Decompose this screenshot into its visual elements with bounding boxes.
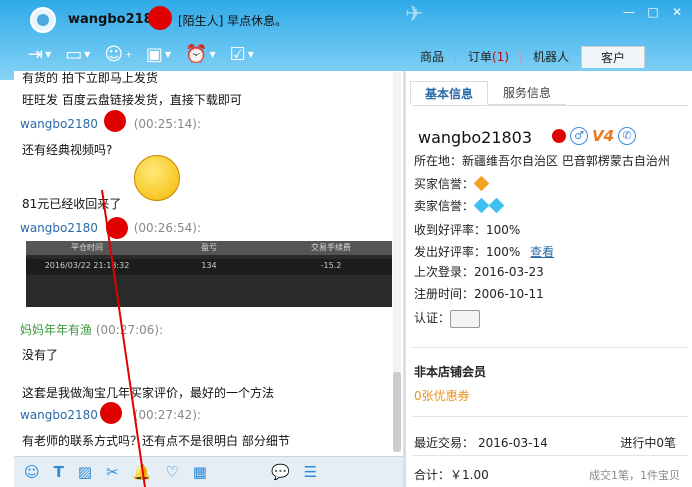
message-time: (00:25:14):: [133, 117, 202, 131]
divider: [412, 347, 688, 348]
user-badges: ♂ V4 ✆: [552, 127, 637, 145]
chat-bubble-icon[interactable]: 💬: [271, 463, 290, 481]
message-time: (00:27:42):: [133, 408, 202, 422]
font-icon[interactable]: T: [54, 463, 64, 481]
chat-history: 有货的 拍下立即马上发货 旺旺发 百度云盘链接发货，直接下载即可 wangbo2…: [14, 71, 403, 455]
tab-service-info[interactable]: 服务信息: [488, 81, 566, 105]
info-tabs: 基本信息 服务信息: [410, 81, 566, 105]
tab-customer[interactable]: 客户: [581, 46, 646, 68]
window-controls: — □ ✕: [620, 4, 686, 20]
chat-scrollbar[interactable]: [393, 72, 401, 452]
recent-trade: 最近交易： 2016-03-14: [414, 436, 548, 450]
location-row: 所在地：新疆维吾尔自治区 巴音郭楞蒙古自治州: [414, 154, 670, 168]
history-icon[interactable]: ☰: [304, 463, 317, 481]
tab-underline: [412, 105, 688, 106]
video-call-icon[interactable]: ▭ ▼: [65, 44, 90, 65]
contact-status: [陌生人] 早点休息。: [178, 14, 288, 28]
coupon-count[interactable]: 0张优惠券: [414, 387, 470, 404]
redaction-mark: [100, 402, 122, 424]
sender-name[interactable]: wangbo2180: [20, 221, 98, 235]
tab-robot[interactable]: 机器人: [521, 46, 581, 68]
diamond-icon: [488, 197, 505, 214]
diamond-icon: [473, 175, 490, 192]
received-rate-row: 收到好评率：100%: [414, 223, 521, 237]
chat-toolbar: ⇥ ▼ ▭ ▼ ☺ + ▣ ▼ ⏰ ▼ ☑ ▼: [28, 44, 254, 65]
tab-goods[interactable]: 商品: [408, 46, 457, 68]
customer-info-panel: 基本信息 服务信息 wangbo21803 ♂ V4 ✆ 所在地：新疆维吾尔自治…: [406, 71, 692, 487]
order-count-badge: (1): [492, 50, 510, 64]
paper-plane-icon: ✈: [405, 2, 424, 27]
trade-summary: 成交1笔，1件宝贝: [589, 469, 680, 482]
screenshot-header: 平仓时间 盈亏 交易手续费: [26, 241, 392, 255]
screenshot-row: 2016/03/22 21:18:32 134 -15.2: [26, 259, 392, 275]
gender-male-icon: ♂: [570, 127, 588, 145]
divider: [412, 455, 688, 456]
calculator-icon[interactable]: ▦: [193, 463, 207, 481]
message-header: 妈妈年年有渔 (00:27:06):: [20, 321, 163, 338]
total-amount: 合计：￥1.00: [414, 468, 489, 482]
certificate-icon: [450, 309, 481, 328]
vip-level: V4: [592, 127, 615, 145]
given-rate-row: 发出好评率：100% 查看: [414, 245, 555, 259]
close-button[interactable]: ✕: [668, 4, 686, 20]
send-file-icon[interactable]: ⇥ ▼: [28, 44, 51, 65]
share-screen-icon[interactable]: ▣ ▼: [146, 44, 171, 65]
message-text: 有货的 拍下立即马上发货: [22, 71, 158, 85]
member-status: 非本店铺会员: [414, 365, 487, 379]
register-row: 注册时间：2006-10-11: [414, 287, 544, 301]
diamond-icon: [473, 197, 490, 214]
sender-name[interactable]: 妈妈年年有渔: [20, 323, 92, 337]
title-bar: wangbo2180 [陌生人] 早点休息。 ✈ — □ ✕ ⇥ ▼ ▭ ▼ ☺ + …: [0, 0, 692, 80]
in-progress-count: 进行中0笔: [620, 436, 676, 450]
heart-icon[interactable]: ♡: [165, 463, 178, 481]
message-text: 没有了: [22, 348, 59, 362]
message-text: 有老师的联系方式吗？还有点不是很明白 部分细节: [22, 434, 290, 448]
message-text: 旺旺发 百度云盘链接发货，直接下载即可: [22, 93, 242, 107]
avatar[interactable]: [30, 7, 56, 33]
seller-credit-row: 卖家信誉：: [414, 197, 505, 214]
covering-mouth-emoji: [134, 155, 180, 201]
input-toolbar: ☺ T ▨ ✂ 🔔 ♡ ▦ 💬 ☰: [14, 456, 404, 487]
scrollbar-thumb[interactable]: [393, 372, 401, 452]
message-text: 这套是我做淘宝几年买家评价，最好的一个方法: [22, 386, 275, 400]
maximize-button[interactable]: □: [644, 4, 662, 20]
redaction-mark: [552, 129, 566, 143]
task-icon[interactable]: ☑ ▼: [230, 44, 254, 65]
auth-row: 认证：: [414, 309, 481, 328]
reminder-icon[interactable]: ⏰ ▼: [185, 44, 216, 65]
customer-username: wangbo21803: [418, 128, 533, 147]
tab-orders[interactable]: 订单(1): [456, 46, 522, 68]
shared-screenshot[interactable]: 平仓时间 盈亏 交易手续费 2016/03/22 21:18:32 134 -1…: [26, 241, 392, 307]
scissors-icon[interactable]: ✂: [106, 463, 119, 481]
redaction-mark: [106, 217, 128, 239]
minimize-button[interactable]: —: [620, 4, 638, 20]
phone-icon[interactable]: ✆: [618, 127, 637, 145]
redaction-mark: [104, 110, 126, 132]
message-time: (00:26:54):: [133, 221, 202, 235]
sender-name[interactable]: wangbo2180: [20, 117, 98, 131]
emoji-icon[interactable]: ☺: [24, 463, 40, 481]
last-login-row: 上次登录：2016-03-23: [414, 265, 544, 279]
buyer-credit-row: 买家信誉：: [414, 175, 490, 192]
tab-basic-info[interactable]: 基本信息: [410, 81, 488, 105]
right-tab-bar: 商品 订单(1) 机器人 客户: [408, 46, 646, 68]
sender-name[interactable]: wangbo2180: [20, 408, 98, 422]
view-rating-link[interactable]: 查看: [530, 245, 554, 259]
message-time: (00:27:06):: [95, 323, 164, 337]
bell-icon[interactable]: 🔔: [133, 463, 152, 481]
message-text: 81元已经收回来了: [22, 197, 122, 211]
image-icon[interactable]: ▨: [78, 463, 92, 481]
add-contact-icon[interactable]: ☺ +: [104, 44, 131, 65]
message-text: 还有经典视频吗?: [22, 143, 113, 157]
redaction-mark: [148, 6, 172, 30]
divider: [412, 416, 688, 417]
